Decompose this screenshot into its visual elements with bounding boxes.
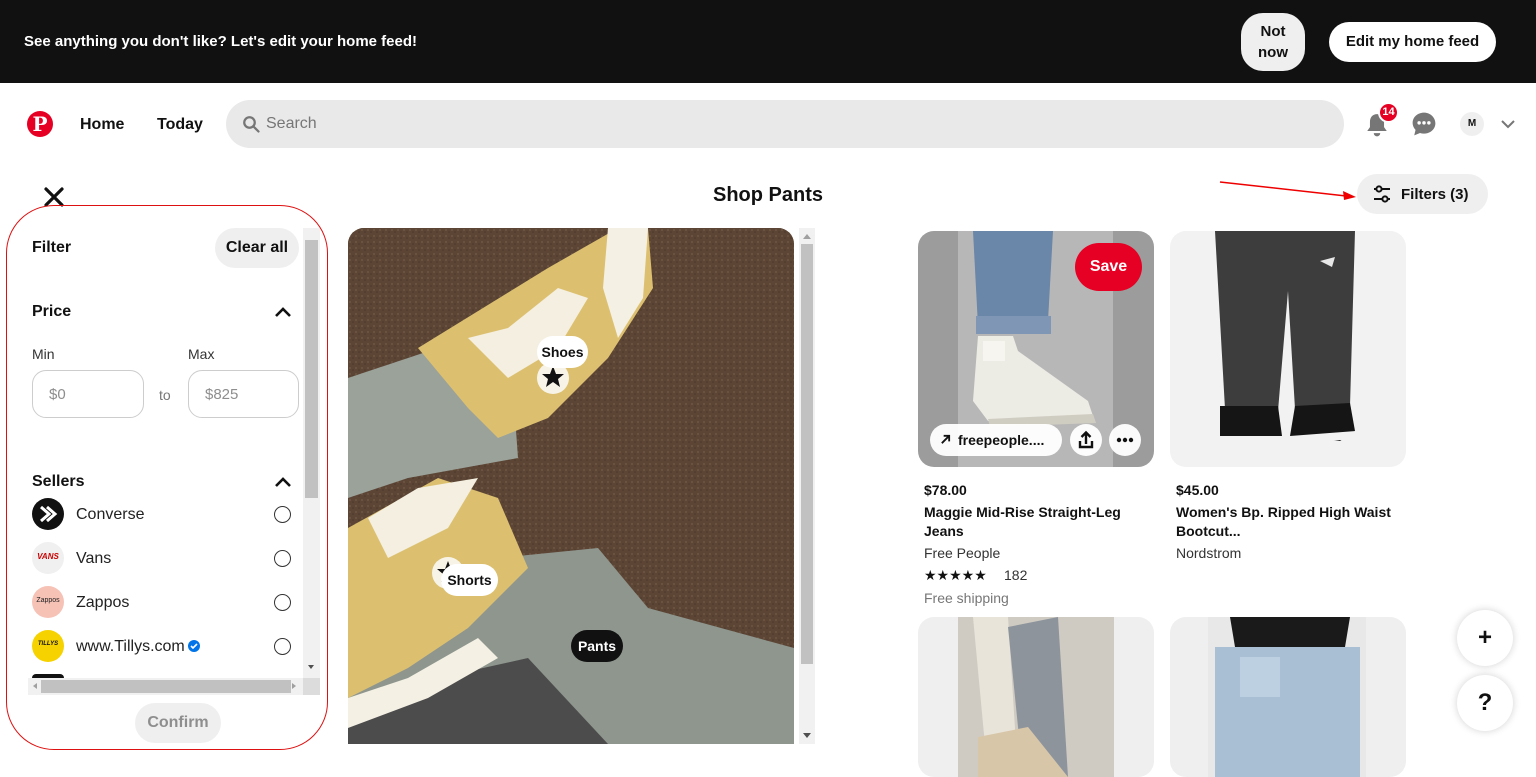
- chevron-up-icon[interactable]: [274, 476, 292, 488]
- product-image[interactable]: [1170, 231, 1406, 467]
- product-link-text: freepeople....: [958, 432, 1045, 448]
- scrollbar-thumb[interactable]: [305, 240, 318, 498]
- search-bar[interactable]: [226, 100, 1344, 148]
- product-title[interactable]: Women's Bp. Ripped High Waist Bootcut...: [1176, 503, 1400, 541]
- product-image[interactable]: [1170, 617, 1406, 777]
- product-title[interactable]: Maggie Mid-Rise Straight-Leg Jeans: [924, 503, 1148, 541]
- tillys-logo-text: TILLYS: [37, 641, 59, 647]
- scroll-left-arrow-icon[interactable]: [33, 683, 37, 689]
- notification-badge: 14: [1378, 102, 1399, 123]
- product-image[interactable]: [918, 617, 1154, 777]
- seller-name: Converse: [76, 506, 145, 523]
- scroll-right-arrow-icon[interactable]: [292, 683, 296, 689]
- messages-icon[interactable]: [1411, 111, 1437, 137]
- product-link-button[interactable]: freepeople....: [930, 424, 1062, 456]
- converse-logo-icon: [32, 498, 64, 530]
- arrow-up-right-icon: [941, 434, 951, 444]
- tillys-logo-icon: TILLYS: [32, 630, 64, 662]
- product-price: $78.00: [924, 482, 967, 498]
- seller-radio[interactable]: [274, 638, 291, 655]
- vans-logo-icon: VANS: [32, 542, 64, 574]
- logo-letter: P: [32, 112, 48, 136]
- chevron-up-icon[interactable]: [274, 306, 292, 318]
- confirm-button[interactable]: Confirm: [135, 703, 221, 743]
- save-button[interactable]: Save: [1075, 243, 1142, 291]
- product-price: $45.00: [1176, 482, 1219, 498]
- tag-pants[interactable]: Pants: [571, 630, 623, 662]
- filter-panel-horizontal-scrollbar[interactable]: [28, 678, 303, 695]
- scrollbar-corner: [303, 678, 320, 695]
- min-price-label: Min: [32, 346, 55, 362]
- max-price-input[interactable]: [188, 370, 299, 418]
- banner-message: See anything you don't like? Let's edit …: [24, 33, 418, 50]
- clear-all-button[interactable]: Clear all: [215, 228, 299, 268]
- annotation-arrow: [1219, 181, 1356, 200]
- zappos-logo-icon: Zappos: [32, 586, 64, 618]
- product-seller: Nordstrom: [1176, 545, 1242, 561]
- seller-option-vans[interactable]: VANS Vans: [32, 542, 300, 576]
- product-seller: Free People: [924, 545, 1001, 561]
- nav-home[interactable]: Home: [80, 116, 124, 134]
- share-icon: [1078, 430, 1094, 449]
- sneakers-photo: [348, 228, 794, 744]
- denim-shorts-photo: [1208, 617, 1366, 777]
- filters-sliders-icon: [1374, 185, 1390, 203]
- more-options-button[interactable]: [1109, 424, 1141, 456]
- price-to-label: to: [159, 387, 171, 403]
- ripped-jeans-photo: [1215, 231, 1358, 443]
- not-now-button[interactable]: Not now: [1241, 13, 1305, 71]
- seller-name: Vans: [76, 550, 112, 567]
- help-button[interactable]: ?: [1457, 675, 1513, 731]
- seller-option-converse[interactable]: Converse: [32, 498, 300, 532]
- filter-panel-vertical-scrollbar[interactable]: [303, 228, 320, 678]
- home-feed-banner: See anything you don't like? Let's edit …: [0, 0, 1536, 83]
- edit-home-feed-button[interactable]: Edit my home feed: [1329, 22, 1496, 62]
- scroll-down-arrow-icon[interactable]: [308, 665, 314, 669]
- main-image-scrollbar[interactable]: [799, 228, 815, 744]
- main-pin-image[interactable]: Shoes Shorts Pants: [348, 228, 794, 744]
- chevron-down-icon[interactable]: [1500, 116, 1516, 132]
- rating-count: 182: [1004, 567, 1028, 583]
- add-button[interactable]: +: [1457, 610, 1513, 666]
- seller-option-zappos[interactable]: Zappos Zappos: [32, 586, 300, 620]
- zappos-logo-text: Zappos: [36, 597, 60, 604]
- seller-name-row: www.Tillys.com: [76, 638, 200, 656]
- seller-option-tillys[interactable]: TILLYS www.Tillys.com: [32, 630, 300, 664]
- not-now-label-line1: Not: [1260, 23, 1286, 40]
- scroll-up-arrow-icon[interactable]: [803, 234, 811, 239]
- seller-radio[interactable]: [274, 594, 291, 611]
- seller-radio[interactable]: [274, 550, 291, 567]
- not-now-label-line2: now: [1258, 44, 1288, 61]
- rating-stars: ★★★★★: [924, 567, 987, 583]
- filters-button[interactable]: Filters (3): [1357, 174, 1488, 214]
- avatar[interactable]: M: [1460, 112, 1484, 136]
- pinterest-logo-icon[interactable]: P: [27, 111, 53, 137]
- shipping-info: Free shipping: [924, 590, 1009, 606]
- search-input[interactable]: [266, 100, 1326, 148]
- max-price-label: Max: [188, 346, 215, 362]
- tag-shorts[interactable]: Shorts: [441, 564, 498, 596]
- share-button[interactable]: [1070, 424, 1102, 456]
- nav-today[interactable]: Today: [157, 116, 203, 134]
- search-icon: [243, 116, 260, 133]
- seller-name: Zappos: [76, 594, 130, 611]
- seller-radio[interactable]: [274, 506, 291, 523]
- price-heading: Price: [32, 303, 72, 320]
- filters-label: Filters (3): [1401, 186, 1469, 203]
- vans-logo-text: VANS: [37, 552, 59, 561]
- scrollbar-thumb[interactable]: [801, 244, 813, 664]
- leggings-photo: [958, 617, 1114, 777]
- verified-check-icon: [187, 640, 200, 652]
- filter-heading: Filter: [32, 239, 72, 256]
- sellers-heading: Sellers: [32, 473, 85, 490]
- scroll-down-arrow-icon[interactable]: [803, 733, 811, 738]
- tag-shoes[interactable]: Shoes: [537, 336, 588, 368]
- seller-name: www.Tillys.com: [76, 638, 185, 655]
- min-price-input[interactable]: [32, 370, 144, 418]
- ellipsis-icon: [1116, 437, 1134, 443]
- scrollbar-thumb[interactable]: [41, 680, 291, 693]
